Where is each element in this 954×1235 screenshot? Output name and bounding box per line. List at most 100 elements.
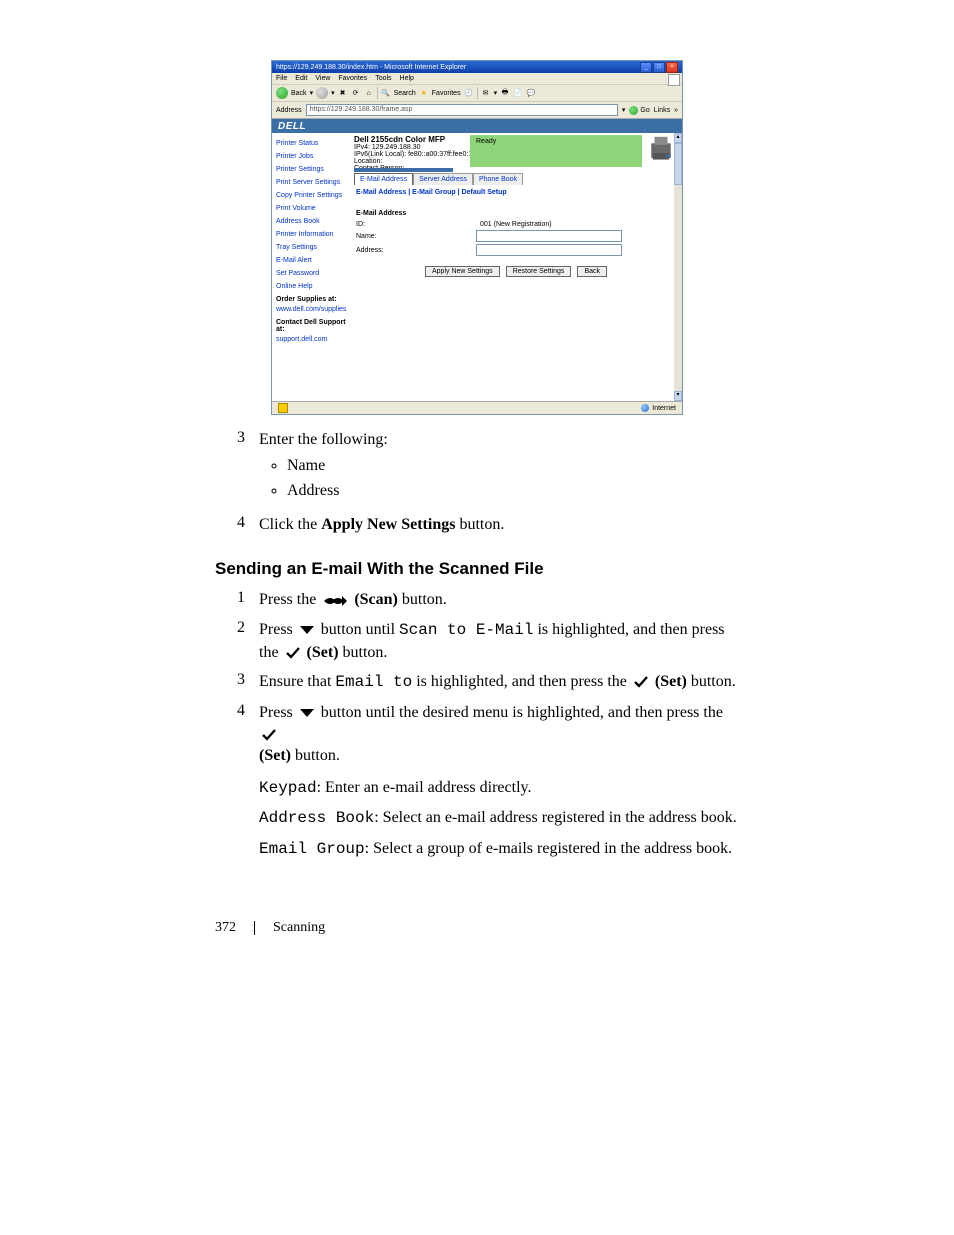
scroll-thumb[interactable] <box>674 143 682 185</box>
print-icon[interactable]: 🖶 <box>500 88 510 98</box>
menu-tools[interactable]: Tools <box>375 75 391 82</box>
breadcrumb[interactable]: E-Mail Address | E-Mail Group | Default … <box>350 185 682 200</box>
maximize-icon[interactable]: □ <box>653 62 665 73</box>
sidebar: Printer Status Printer Jobs Printer Sett… <box>272 133 350 401</box>
option-mono: Keypad <box>259 779 317 797</box>
check-icon <box>261 728 277 742</box>
sidebar-item-printer-information[interactable]: Printer Information <box>276 228 346 241</box>
step-text: Press the <box>259 591 320 608</box>
back-icon[interactable] <box>276 87 288 99</box>
status-text: Ready <box>476 138 496 145</box>
close-icon[interactable]: × <box>666 62 678 73</box>
order-supplies-link[interactable]: www.dell.com/supplies <box>276 303 346 316</box>
address-label: Address <box>276 107 302 114</box>
menu-favorites[interactable]: Favorites <box>338 75 367 82</box>
address-label: Address: <box>356 247 426 254</box>
tab-phone-book[interactable]: Phone Book <box>473 173 523 185</box>
go-button[interactable]: Go <box>640 107 649 114</box>
step-text: Press <box>259 704 297 721</box>
step-text: button. <box>291 747 340 764</box>
menubar: File Edit View Favorites Tools Help <box>272 73 682 85</box>
stop-icon[interactable]: ✖ <box>338 88 348 98</box>
sidebar-item-printer-jobs[interactable]: Printer Jobs <box>276 150 346 163</box>
menu-view[interactable]: View <box>315 75 330 82</box>
sidebar-item-online-help[interactable]: Online Help <box>276 280 346 293</box>
internet-zone: Internet <box>652 405 676 412</box>
down-arrow-icon <box>299 707 315 719</box>
home-icon[interactable]: ⌂ <box>364 88 374 98</box>
go-icon[interactable] <box>629 106 638 115</box>
restore-settings-button[interactable]: Restore Settings <box>506 266 572 277</box>
step-text: button. <box>398 591 447 608</box>
browser-window: https://129.249.188.30/index.htm - Micro… <box>271 60 683 415</box>
step-bold: (Set) <box>307 644 339 661</box>
sidebar-item-print-volume[interactable]: Print Volume <box>276 202 346 215</box>
sidebar-item-printer-status[interactable]: Printer Status <box>276 137 346 150</box>
step-number: 3 <box>215 671 259 694</box>
step-text: button. <box>455 516 504 533</box>
vertical-scrollbar[interactable]: ▴ ▾ <box>674 133 682 401</box>
step-text: Press <box>259 621 297 638</box>
sidebar-item-copy-printer-settings[interactable]: Copy Printer Settings <box>276 189 346 202</box>
id-label: ID: <box>356 221 426 228</box>
address-input[interactable] <box>476 244 622 256</box>
sidebar-item-printer-settings[interactable]: Printer Settings <box>276 163 346 176</box>
scroll-down-icon[interactable]: ▾ <box>674 391 682 401</box>
minimize-icon[interactable]: _ <box>640 62 652 73</box>
favorites-button[interactable]: Favorites <box>432 90 461 97</box>
step-bold: Apply New Settings <box>321 516 455 533</box>
brand-logo: DELL <box>278 121 306 132</box>
menu-file[interactable]: File <box>276 75 287 82</box>
search-icon[interactable]: 🔍 <box>381 88 391 98</box>
scroll-up-icon[interactable]: ▴ <box>674 133 682 143</box>
option-mono: Email Group <box>259 840 365 858</box>
scan-icon <box>322 593 348 609</box>
printer-ipv4: IPv4: 129.249.188.30 <box>354 144 464 151</box>
option-text: : Select a group of e-mails registered i… <box>365 840 732 857</box>
back-button[interactable]: Back <box>577 266 607 277</box>
step-text: Enter the following: <box>259 431 388 448</box>
status-bar: Internet <box>272 401 682 414</box>
email-address-form: E-Mail Address ID: 001 (New Registration… <box>350 200 682 289</box>
forward-icon[interactable] <box>316 87 328 99</box>
status-icon <box>278 403 288 413</box>
ie-logo-icon <box>668 74 680 86</box>
links-button[interactable]: Links <box>654 107 670 114</box>
address-input[interactable]: https://129.249.188.30/frame.asp <box>306 104 618 116</box>
mail-icon[interactable]: ✉ <box>481 88 491 98</box>
window-title: https://129.249.188.30/index.htm - Micro… <box>276 64 466 71</box>
sidebar-item-set-password[interactable]: Set Password <box>276 267 346 280</box>
name-input[interactable] <box>476 230 622 242</box>
search-button[interactable]: Search <box>394 90 416 97</box>
apply-new-settings-button[interactable]: Apply New Settings <box>425 266 500 277</box>
name-label: Name: <box>356 233 426 240</box>
sidebar-item-tray-settings[interactable]: Tray Settings <box>276 241 346 254</box>
menu-edit[interactable]: Edit <box>295 75 307 82</box>
contact-support-link[interactable]: support.dell.com <box>276 333 346 346</box>
step-text: button. <box>339 644 388 661</box>
bullet-item: Address <box>287 480 739 502</box>
history-icon[interactable]: 🕘 <box>464 88 474 98</box>
back-button[interactable]: Back <box>291 90 307 97</box>
tab-server-address[interactable]: Server Address <box>413 173 473 185</box>
step-text: button. <box>687 673 736 690</box>
printer-ipv6: IPv6(Link Local): fe80::a00:37ff:fee0:1a… <box>354 151 464 158</box>
check-icon <box>285 646 301 660</box>
contact-support-label: Contact Dell Support at: <box>276 316 346 333</box>
sidebar-item-email-alert[interactable]: E-Mail Alert <box>276 254 346 267</box>
favorites-icon[interactable]: ★ <box>419 88 429 98</box>
refresh-icon[interactable]: ⟳ <box>351 88 361 98</box>
main-panel: Dell 2155cdn Color MFP IPv4: 129.249.188… <box>350 133 682 401</box>
footer-divider <box>254 921 255 935</box>
step-text: button until <box>321 621 399 638</box>
sidebar-item-print-server-settings[interactable]: Print Server Settings <box>276 176 346 189</box>
edit-icon[interactable]: 📄 <box>513 88 523 98</box>
discuss-icon[interactable]: 💬 <box>526 88 536 98</box>
step-text: button until the desired menu is highlig… <box>321 704 723 721</box>
tab-email-address[interactable]: E-Mail Address <box>354 173 413 185</box>
section-heading: Sending an E-mail With the Scanned File <box>215 559 739 579</box>
sidebar-item-address-book[interactable]: Address Book <box>276 215 346 228</box>
window-titlebar: https://129.249.188.30/index.htm - Micro… <box>272 61 682 73</box>
menu-help[interactable]: Help <box>400 75 414 82</box>
step-mono: Email to <box>335 673 412 691</box>
